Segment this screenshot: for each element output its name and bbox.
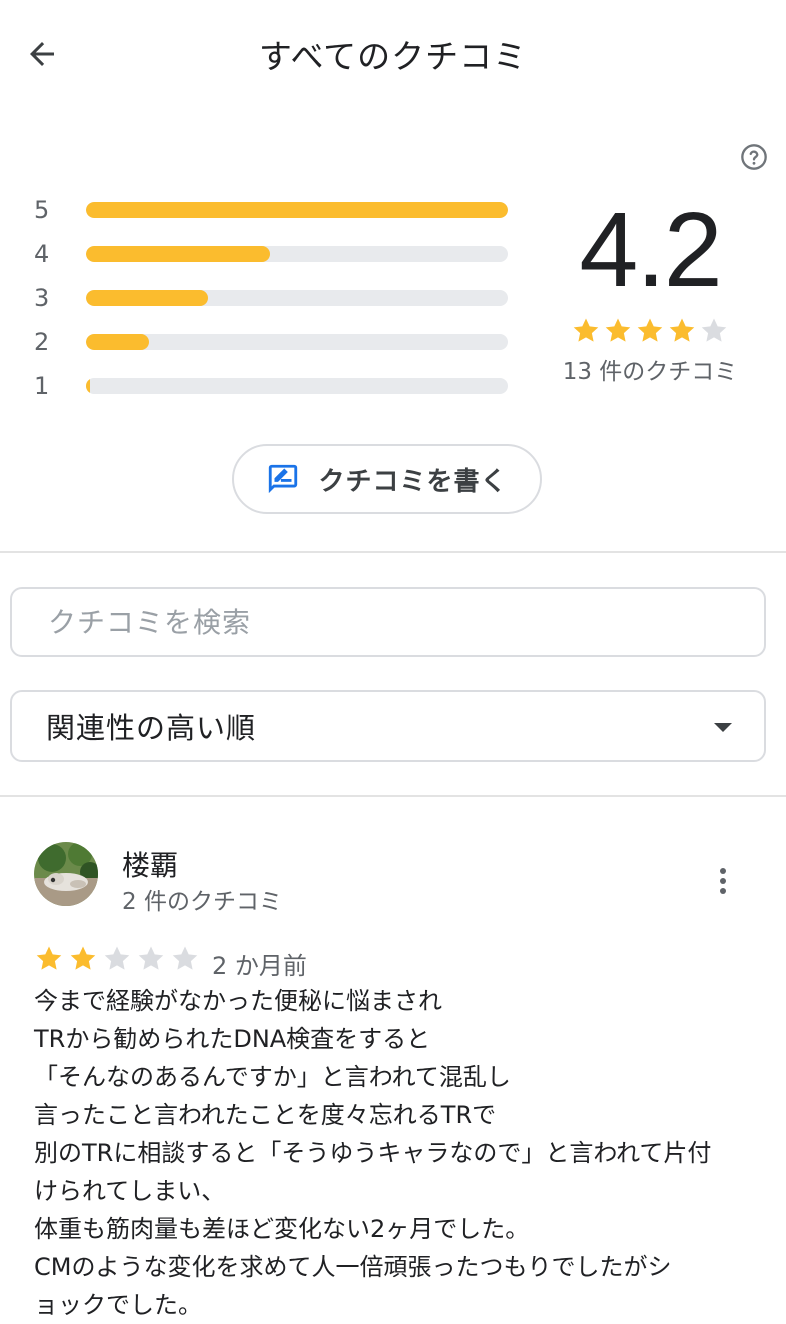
- star-empty-icon: [172, 946, 198, 970]
- rating-bar-4: 4: [34, 236, 514, 272]
- rating-bar-label: 3: [34, 284, 50, 312]
- star-filled-icon: [637, 318, 663, 342]
- star-filled-icon: [605, 318, 631, 342]
- star-filled-icon: [669, 318, 695, 342]
- review-count: 13 件のクチコミ: [562, 359, 738, 385]
- review-text-line: 言ったこと言われたことを度々忘れるTRで: [34, 1101, 497, 1129]
- app-header: すべてのクチコミ: [0, 0, 786, 110]
- review-text-line: けられてしまい、: [34, 1177, 226, 1205]
- rating-bar-fill: [86, 334, 150, 350]
- review-text: 今まで経験がなかった便秘に悩まされ TRから勧められたDNA検査をすると 「そん…: [34, 982, 754, 1324]
- caret-down-icon: [714, 723, 732, 732]
- review-text-line: 別のTRに相談すると「そうゆうキャラなので」と言われて片付: [34, 1139, 712, 1167]
- rating-bar-track: [86, 378, 508, 394]
- rating-bar-fill: [86, 378, 91, 394]
- review-rating-stars: [34, 944, 200, 974]
- rating-bar-track: [86, 246, 508, 262]
- rating-bar-label: 5: [34, 196, 50, 224]
- review-text-line: 今まで経験がなかった便秘に悩まされ: [34, 987, 442, 1015]
- review-text-line: 体重も筋肉量も差ほど変化ない2ヶ月でした。: [34, 1215, 530, 1243]
- rating-bar-2: 2: [34, 324, 514, 360]
- review-date: 2 か月前: [212, 952, 307, 980]
- more-vert-icon[interactable]: [708, 864, 738, 898]
- divider: [0, 551, 786, 553]
- reviewer-review-count: 2 件のクチコミ: [122, 889, 282, 915]
- search-input[interactable]: [46, 604, 764, 640]
- rating-bar-label: 1: [34, 372, 50, 400]
- average-rating: 4.2: [579, 191, 722, 309]
- rating-bar-track: [86, 290, 508, 306]
- search-field[interactable]: [10, 587, 766, 657]
- avatar[interactable]: [34, 842, 98, 906]
- rating-bar-fill: [86, 246, 270, 262]
- review-text-line: TRから勧められたDNA検査をすると: [34, 1025, 431, 1053]
- star-empty-icon: [701, 318, 727, 342]
- write-review-button[interactable]: クチコミを書く: [232, 444, 542, 514]
- rating-bar-fill: [86, 202, 508, 218]
- rating-bar-track: [86, 202, 508, 218]
- sort-selected-value: 関連性の高い順: [46, 711, 257, 745]
- rate-review-icon: [269, 464, 298, 494]
- rating-bar-3: 3: [34, 280, 514, 316]
- rating-bar-1: 1: [34, 368, 514, 404]
- average-rating-stars: [570, 316, 730, 346]
- write-review-label: クチコミを書く: [318, 466, 508, 497]
- star-empty-icon: [138, 946, 164, 970]
- rating-bar-label: 2: [34, 328, 50, 356]
- sort-dropdown[interactable]: 関連性の高い順: [10, 690, 766, 762]
- rating-bar-5: 5: [34, 192, 514, 228]
- divider: [0, 795, 786, 797]
- page-title: すべてのクチコミ: [258, 37, 528, 76]
- rating-bar-track: [86, 334, 508, 350]
- rating-bar-fill: [86, 290, 209, 306]
- rating-bar-label: 4: [34, 240, 50, 268]
- star-filled-icon: [573, 318, 599, 342]
- reviewer-name[interactable]: 楼覇: [122, 844, 178, 884]
- review-text-line: CMのような変化を求めて人一倍頑張ったつもりでしたがシ: [34, 1253, 672, 1281]
- star-filled-icon: [36, 946, 62, 970]
- question-circle-icon[interactable]: [740, 143, 768, 171]
- review-text-line: 「そんなのあるんですか」と言われて混乱し: [34, 1063, 511, 1091]
- star-filled-icon: [70, 946, 96, 970]
- star-empty-icon: [104, 946, 130, 970]
- review-text-line: ョックでした。: [34, 1291, 202, 1319]
